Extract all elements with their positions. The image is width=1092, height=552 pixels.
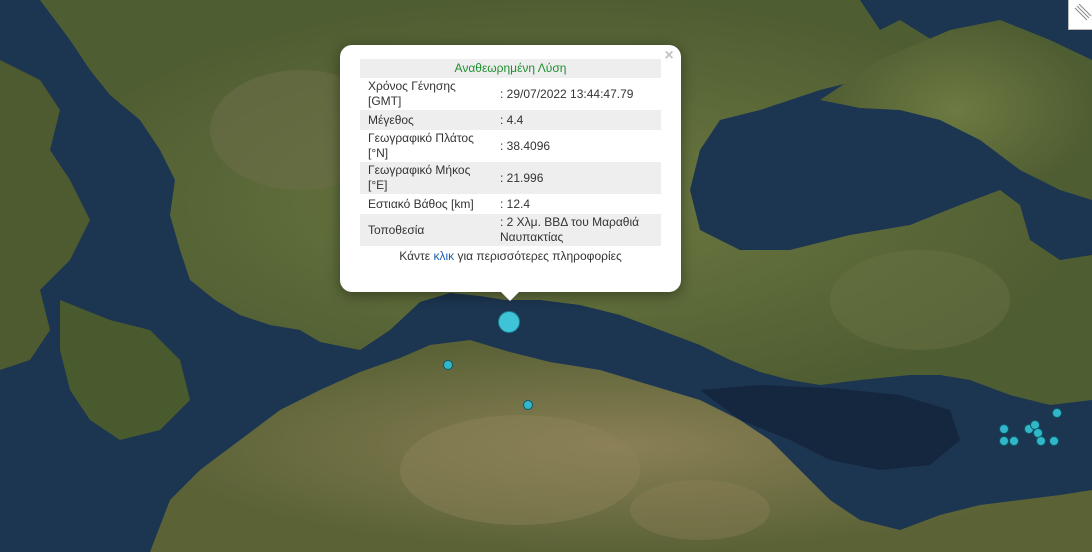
detail-value: : 21.996: [500, 170, 544, 185]
more-info-link[interactable]: κλικ: [433, 249, 454, 263]
earthquake-marker[interactable]: [1036, 435, 1047, 446]
detail-value: : 29/07/2022 13:44:47.79: [500, 86, 634, 101]
detail-row-magnitude: Μέγεθος : 4.4: [360, 110, 661, 130]
selected-earthquake-marker[interactable]: [497, 310, 520, 333]
detail-row-longitude: Γεωγραφικό Μήκος [°E] : 21.996: [360, 162, 661, 194]
detail-value: : 4.4: [500, 112, 524, 127]
detail-value: : 12.4: [500, 196, 531, 211]
detail-label: Εστιακό Βάθος [km]: [368, 196, 474, 211]
layers-control-button[interactable]: [1068, 0, 1092, 30]
close-icon[interactable]: ×: [662, 48, 676, 64]
more-info-suffix: για περισσότερες πληροφορίες: [454, 249, 622, 263]
more-info-text: Κάντε κλικ για περισσότερες πληροφορίες: [360, 249, 661, 263]
detail-row-latitude: Γεωγραφικό Πλάτος [°N] : 38.4096: [360, 130, 661, 162]
detail-label: Τοποθεσία: [368, 222, 425, 237]
earthquake-marker[interactable]: [999, 435, 1010, 446]
popup-tip: [499, 290, 521, 301]
earthquake-marker[interactable]: [999, 423, 1010, 434]
earthquake-marker[interactable]: [1008, 435, 1019, 446]
popup-title: Αναθεωρημένη Λύση: [360, 59, 661, 78]
quake-details-table: Χρόνος Γένησης [GMT] : 29/07/2022 13:44:…: [360, 78, 661, 246]
layers-icon: [1074, 3, 1092, 21]
detail-row-location: Τοποθεσία : 2 Χλμ. ΒΒΔ του Μαραθιά Ναυπα…: [360, 214, 661, 246]
detail-row-origin-time: Χρόνος Γένησης [GMT] : 29/07/2022 13:44:…: [360, 78, 661, 110]
earthquake-info-popup: × Αναθεωρημένη Λύση Χρόνος Γένησης [GMT]…: [340, 45, 681, 292]
west-peninsula: [60, 300, 190, 440]
detail-value: : 2 Χλμ. ΒΒΔ του Μαραθιά Ναυπακτίας: [500, 215, 640, 244]
earthquake-marker[interactable]: [1051, 407, 1062, 418]
detail-label: Γεωγραφικό Πλάτος [°N]: [368, 131, 474, 160]
detail-label: Χρόνος Γένησης [GMT]: [368, 79, 456, 108]
more-info-prefix: Κάντε: [399, 249, 434, 263]
detail-label: Γεωγραφικό Μήκος [°E]: [368, 163, 471, 192]
earthquake-marker[interactable]: [1048, 435, 1059, 446]
detail-value: : 38.4096: [500, 138, 551, 153]
detail-label: Μέγεθος: [368, 112, 414, 127]
detail-row-depth: Εστιακό Βάθος [km] : 12.4: [360, 194, 661, 214]
popup-content: Αναθεωρημένη Λύση Χρόνος Γένησης [GMT] :…: [360, 59, 661, 263]
